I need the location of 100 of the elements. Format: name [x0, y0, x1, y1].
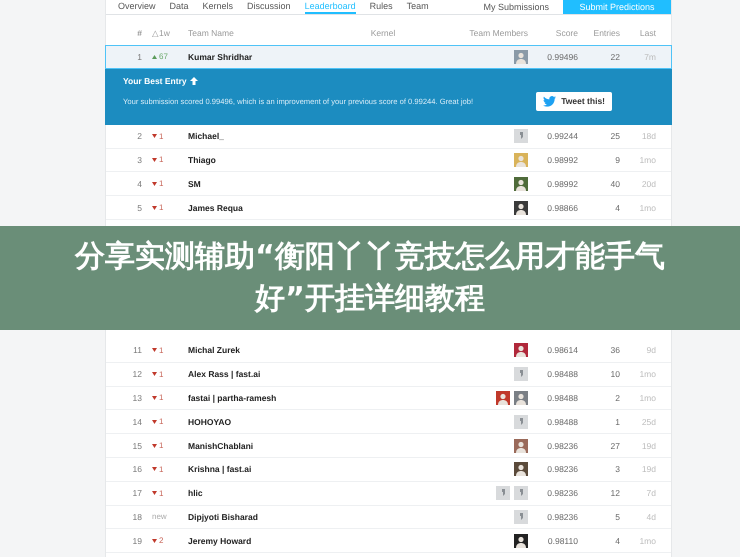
leaderboard-row[interactable]: 17 1 hlic 0.98236 12 7d: [106, 482, 671, 506]
leaderboard-row[interactable]: 12 1 Alex Rass | fast.ai 0.98488 10 1mo: [106, 362, 671, 387]
score: 0.98992: [546, 154, 578, 165]
last-submission-time: 20d: [640, 178, 657, 189]
rank: 11: [132, 345, 143, 356]
leaderboard-row[interactable]: 15 1 ManishChablani 0.98236 27 19d: [106, 434, 671, 458]
rank: 16: [132, 464, 143, 474]
rank-change: 1: [150, 488, 178, 498]
nav-tab[interactable]: Overview: [118, 0, 156, 14]
last-submission-time: 1mo: [638, 369, 657, 380]
rank-change: new: [151, 512, 168, 522]
rank: 4: [136, 178, 143, 189]
leaderboard-row[interactable]: 19 2 Jeremy Howard 0.98110 4 1mo: [106, 529, 671, 554]
score: 0.98614: [546, 345, 578, 356]
team-name: Michal Zurek: [187, 345, 241, 356]
entries-count: 27: [610, 440, 620, 451]
entries-count: 10: [610, 369, 620, 380]
team-name: Thiago: [187, 154, 217, 165]
rank-change: 1: [150, 370, 178, 379]
rank: 2: [136, 131, 143, 142]
down-arrow-icon: [152, 491, 157, 496]
leaderboard-row[interactable]: 5 1 James Requa 0.98866 4 1mo: [106, 196, 671, 220]
my-submissions-link[interactable]: My Submissions: [483, 2, 549, 12]
last-submission-time: 1mo: [638, 536, 657, 546]
rank-change: 1: [150, 417, 178, 426]
rank: 15: [132, 440, 143, 451]
rank: 1: [136, 52, 143, 62]
entries-count: 4: [614, 202, 620, 213]
team-name: Jeremy Howard: [187, 536, 252, 546]
default-avatar-icon: [514, 486, 528, 500]
entries-count: 9: [614, 154, 620, 165]
rank: 18: [132, 512, 143, 522]
nav-tab[interactable]: Discussion: [247, 0, 291, 14]
entries-count: 36: [610, 345, 620, 356]
default-avatar-icon: [514, 367, 528, 382]
rank: 19: [132, 536, 143, 546]
score: 0.98866: [546, 202, 578, 213]
last-submission-time: 19d: [640, 464, 657, 474]
column-header: △1w: [151, 28, 171, 38]
team-name: Michael_: [187, 131, 225, 142]
tweet-button[interactable]: Tweet this!: [536, 92, 612, 111]
score: 0.98236: [546, 464, 578, 474]
team-name: ManishChablani: [187, 440, 254, 451]
rank: 17: [132, 488, 143, 498]
rank: 13: [132, 392, 143, 403]
rank: 3: [136, 154, 143, 165]
default-avatar-icon: [514, 129, 528, 144]
leaderboard-row[interactable]: 1 67 Kumar Shridhar 0.99496 22 7m: [105, 45, 672, 69]
score: 0.99244: [546, 131, 578, 142]
column-header: Team Members: [468, 28, 528, 38]
down-arrow-icon: [152, 396, 157, 400]
rank-change: 67: [150, 52, 178, 62]
leaderboard-row[interactable]: 18 new Dipjyoti Bisharad 0.98236 5 4d: [106, 506, 671, 530]
team-name: Alex Rass | fast.ai: [187, 369, 262, 380]
score: 0.98236: [546, 440, 578, 451]
nav-tab[interactable]: Data: [170, 0, 189, 14]
leaderboard-row[interactable]: 14 1 HOHOYAO 0.98488 1 25d: [106, 410, 671, 434]
last-submission-time: 4d: [646, 512, 657, 522]
entries-count: 1: [614, 416, 620, 427]
score: 0.98110: [546, 536, 578, 546]
leaderboard-row[interactable]: 3 1 Thiago 0.98992 9 1mo: [106, 148, 671, 172]
rank: 5: [136, 202, 143, 213]
last-submission-time: 1mo: [638, 154, 657, 165]
team-name: fastai | partha-ramesh: [187, 392, 278, 403]
last-submission-time: 7m: [643, 52, 657, 62]
leaderboard-row[interactable]: 4 1 SM 0.98992 40 20d: [106, 172, 671, 196]
column-header: Kernel: [370, 28, 396, 38]
rank-change: 1: [150, 155, 178, 164]
rank: 14: [132, 416, 143, 427]
column-header: Entries: [592, 28, 620, 38]
down-arrow-icon: [152, 467, 157, 472]
bird-icon: [543, 96, 556, 107]
down-arrow-icon: [152, 372, 157, 376]
team-name: Dipjyoti Bisharad: [187, 512, 259, 522]
leaderboard-row[interactable]: 13 1 fastai | partha-ramesh 0.98488 2 1mo: [106, 386, 671, 410]
down-arrow-icon: [152, 538, 157, 543]
column-header: Score: [554, 28, 578, 38]
nav-tab[interactable]: Rules: [370, 0, 393, 14]
leaderboard-row[interactable]: 2 1 Michael_ 0.99244 25 18d: [106, 124, 671, 149]
default-avatar-icon: [514, 414, 528, 429]
rank-change: 2: [150, 536, 178, 546]
score: 0.98236: [546, 488, 578, 498]
down-arrow-icon: [152, 158, 157, 162]
banner-title: 分享实测辅助“衡阳丫丫竞技怎么用才能手气好”开挂详细教程: [74, 238, 666, 318]
score: 0.98992: [546, 178, 578, 189]
last-submission-time: 25d: [640, 416, 657, 427]
up-arrow-icon: [190, 76, 198, 85]
rank-change: 1: [150, 393, 178, 402]
nav-tab[interactable]: Kernels: [202, 0, 234, 14]
team-name: hlic: [187, 488, 204, 498]
entries-count: 2: [614, 392, 620, 403]
entries-count: 3: [614, 464, 620, 474]
entries-count: 40: [610, 178, 620, 189]
leaderboard-row[interactable]: 11 1 Michal Zurek 0.98614 36 9d: [106, 338, 671, 363]
entries-count: 12: [610, 488, 620, 498]
nav-tab[interactable]: Team: [406, 0, 429, 14]
rank-change: 1: [150, 179, 178, 188]
entries-count: 22: [610, 52, 620, 62]
leaderboard-row[interactable]: 16 1 Krishna | fast.ai 0.98236 3 19d: [106, 458, 671, 482]
rank-change: 1: [150, 441, 178, 450]
